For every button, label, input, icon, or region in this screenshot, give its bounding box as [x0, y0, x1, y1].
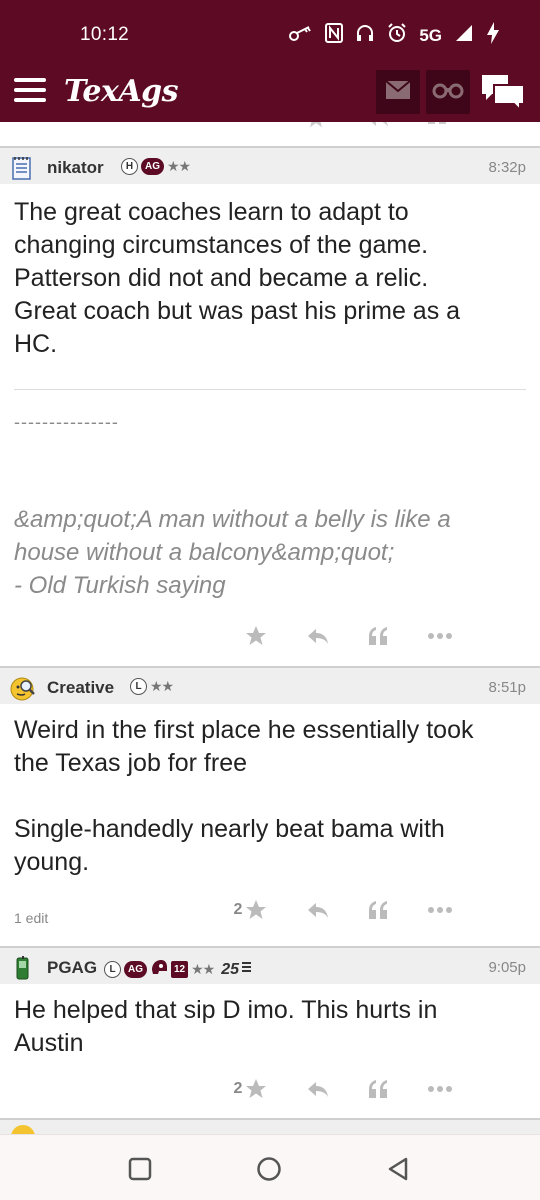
binoculars-button[interactable] — [426, 70, 470, 114]
more-icon[interactable] — [424, 1069, 456, 1109]
post-time: 9:05p — [488, 959, 526, 976]
signature-divider — [14, 389, 526, 390]
post-header: nikator H AG ★★ 8:32p — [0, 146, 540, 184]
rating-stars: ★★ — [191, 961, 215, 977]
more-icon[interactable] — [424, 890, 456, 930]
post-card: nikator H AG ★★ 8:32p The great coaches … — [0, 146, 540, 645]
post-body-line: He helped that sip D imo. This hurts in — [14, 996, 438, 1024]
badge-12: 12 — [171, 961, 189, 978]
star-count: 2 — [233, 1080, 243, 1097]
post-toolbar — [240, 616, 540, 656]
menu-icon[interactable] — [14, 78, 46, 102]
post-toolbar: 2 — [234, 1069, 540, 1109]
star-count: 2 — [233, 901, 243, 918]
nfc-icon — [325, 23, 344, 48]
android-nav-bar — [0, 1134, 540, 1200]
star-icon[interactable] — [305, 122, 327, 135]
post-body-line: Great coach but was past his prime as a — [14, 297, 461, 325]
key-icon — [289, 24, 313, 47]
star-button[interactable]: 2 — [226, 1069, 276, 1109]
post-time: 8:51p — [488, 679, 526, 696]
star-icon — [246, 1079, 267, 1098]
quote-icon[interactable] — [426, 122, 448, 135]
recents-icon[interactable] — [122, 1151, 158, 1187]
post-toolbar: 2 — [234, 890, 540, 930]
mail-icon — [385, 79, 411, 105]
rating-stars: ★★ — [150, 678, 174, 694]
post-body-line: changing circumstances of the game. — [14, 231, 429, 259]
post-body: Weird in the first place he essentially … — [0, 704, 540, 879]
user-badges: H AG ★★ — [121, 158, 191, 175]
reply-icon[interactable] — [302, 1069, 334, 1109]
post-card: PGAG L AG 12 ★★ 25 9:05p He helped that … — [0, 946, 540, 1098]
binoculars-icon — [432, 81, 464, 104]
username[interactable]: PGAG — [47, 958, 97, 978]
edit-count-link[interactable]: 1 edit — [14, 910, 48, 926]
badge-l: L — [130, 678, 147, 695]
texags-logo[interactable]: TexAgs — [64, 74, 179, 109]
post-header: Creative L ★★ 8:51p — [0, 666, 540, 704]
helmet-icon — [150, 958, 168, 981]
quote-icon[interactable] — [362, 1069, 394, 1109]
signature-line: &amp;quot;A man without a belly is like … — [14, 506, 451, 533]
star-icon[interactable] — [240, 616, 272, 656]
rank-lines-icon — [242, 960, 252, 979]
quote-icon[interactable] — [362, 616, 394, 656]
post-card: Creative L ★★ 8:51p Weird in the first p… — [0, 666, 540, 926]
status-icons: 5G — [289, 22, 500, 49]
signature-dashes: --------------- — [14, 412, 119, 432]
post-body-line: Weird in the first place he essentially … — [14, 716, 474, 744]
status-time: 10:12 — [80, 24, 130, 45]
star-icon — [246, 900, 267, 919]
signal-icon — [454, 24, 474, 47]
alarm-icon — [387, 23, 407, 48]
badge-h: H — [121, 158, 138, 175]
post-body-line: Austin — [14, 1029, 84, 1057]
magnifier-face-avatar-icon[interactable] — [10, 675, 35, 701]
mail-button[interactable] — [376, 70, 420, 114]
post-body-line: Patterson did not and became a relic. — [14, 264, 429, 292]
notepad-avatar-icon[interactable] — [10, 155, 34, 180]
app-bar: TexAgs — [0, 60, 540, 122]
more-icon[interactable] — [424, 616, 456, 656]
phone-avatar-icon[interactable] — [10, 955, 34, 980]
post-time: 8:32p — [488, 159, 526, 176]
battery-charging-icon — [486, 22, 500, 49]
reply-icon[interactable] — [302, 616, 334, 656]
reply-icon[interactable] — [302, 890, 334, 930]
rating-stars: ★★ — [167, 158, 191, 174]
rank-label: 25 — [221, 960, 240, 978]
back-icon[interactable] — [380, 1151, 416, 1187]
post-body: He helped that sip D imo. This hurts in … — [0, 984, 540, 1060]
network-label: 5G — [419, 25, 442, 45]
signature-line: - Old Turkish saying — [14, 572, 226, 599]
chat-icon — [480, 75, 526, 116]
quote-icon[interactable] — [362, 890, 394, 930]
post-body-line: Single-handedly nearly beat bama with — [14, 815, 445, 843]
badge-l: L — [104, 961, 121, 978]
post-body: The great coaches learn to adapt to chan… — [0, 184, 540, 361]
username[interactable]: nikator — [47, 158, 104, 178]
signature-line: house without a balcony&amp;quot; — [14, 539, 395, 566]
post-body-line: The great coaches learn to adapt to — [14, 198, 409, 226]
user-badges: L ★★ — [130, 678, 174, 695]
chat-button[interactable] — [480, 72, 526, 113]
star-button[interactable]: 2 — [226, 890, 276, 930]
headphones-icon — [355, 23, 375, 48]
previous-post-toolbar — [0, 122, 540, 146]
post-body-line: the Texas job for free — [14, 749, 248, 777]
signature: &amp;quot;A man without a belly is like … — [0, 503, 540, 602]
reply-icon[interactable] — [366, 122, 390, 135]
home-icon[interactable] — [251, 1151, 287, 1187]
badge-ag: AG — [141, 158, 164, 175]
status-bar: 10:12 5G — [0, 0, 540, 60]
post-body-line: HC. — [14, 330, 58, 358]
post-body-line: young. — [14, 848, 90, 876]
post-body-line — [0, 780, 540, 813]
post-header: PGAG L AG 12 ★★ 25 9:05p — [0, 946, 540, 984]
username[interactable]: Creative — [47, 678, 114, 698]
badge-ag: AG — [124, 961, 147, 978]
user-badges: L AG 12 ★★ 25 — [104, 958, 252, 981]
